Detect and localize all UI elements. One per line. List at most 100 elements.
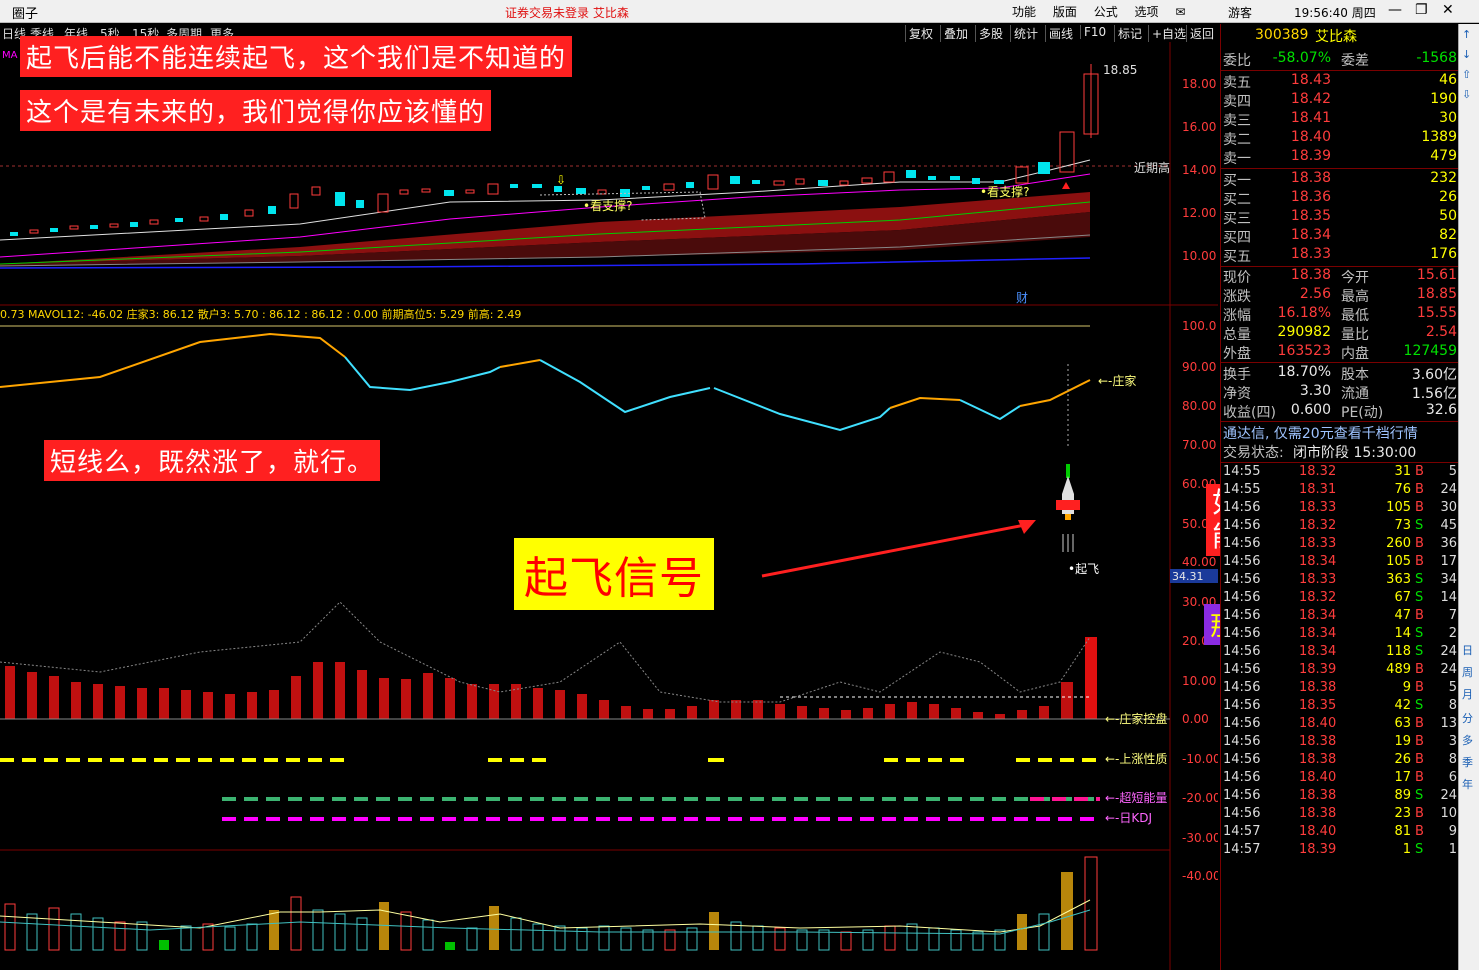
scroll-up-icon[interactable]: ↑ — [1462, 28, 1471, 41]
ask-row-3[interactable]: 卖三 18.41 30 — [1221, 110, 1459, 129]
menu-options[interactable]: 选项 — [1135, 5, 1159, 19]
period-season-btn[interactable]: 季 — [1462, 754, 1473, 770]
annotation-2: 这个是有未来的，我们觉得你应该懂的 — [20, 90, 492, 131]
tick-row: 14:56 18.39 489 B 24 — [1221, 662, 1459, 680]
tick-time: 14:56 — [1223, 680, 1261, 695]
candle — [532, 184, 542, 188]
tick-time: 14:56 — [1223, 590, 1261, 605]
tick-volume: 9 — [1402, 680, 1411, 695]
guest-label[interactable]: 游客 — [1228, 4, 1252, 21]
period-week-btn[interactable]: 周 — [1462, 664, 1473, 680]
zhuangjia-label: ←-庄家 — [1098, 373, 1136, 388]
svg-text:100.0: 100.0 — [1182, 319, 1216, 333]
tick-count: 24 — [1440, 788, 1457, 803]
ask-row-4[interactable]: 卖四 18.42 190 — [1221, 91, 1459, 110]
candle — [10, 232, 18, 236]
scroll-down-icon[interactable]: ↓ — [1462, 48, 1471, 61]
candle — [576, 188, 586, 194]
tick-volume: 81 — [1394, 824, 1411, 839]
zhuangjia-line-orange-2 — [499, 359, 541, 368]
tick-side: B — [1415, 824, 1424, 839]
btn-overlay[interactable]: 叠加 — [940, 25, 971, 42]
tick-row: 14:56 18.38 89 S 24 — [1221, 788, 1459, 806]
candle — [335, 192, 345, 206]
bid-row-1[interactable]: 买一 18.38 232 — [1221, 170, 1459, 189]
ask-row-2[interactable]: 卖二 18.40 1389 — [1221, 129, 1459, 148]
btn-stats[interactable]: 统计 — [1010, 25, 1041, 42]
svg-text:14.00: 14.00 — [1182, 163, 1216, 177]
tick-count: 8 — [1448, 752, 1457, 767]
period-month-btn[interactable]: 月 — [1462, 686, 1473, 702]
volume-ma-line-2 — [0, 909, 1091, 935]
tick-price: 18.40 — [1299, 716, 1337, 731]
btn-fuquan[interactable]: 复权 — [905, 25, 936, 42]
tick-price: 18.39 — [1299, 662, 1337, 677]
ask-row-5[interactable]: 卖五 18.43 46 — [1221, 72, 1459, 91]
tick-volume: 363 — [1386, 572, 1411, 587]
tick-count: 10 — [1440, 806, 1457, 821]
ask-row-1[interactable]: 卖一 18.39 479 — [1221, 148, 1459, 167]
bid-row-2[interactable]: 买二 18.36 26 — [1221, 189, 1459, 208]
volume-bars — [5, 637, 1097, 719]
bid-row-3[interactable]: 买三 18.35 50 — [1221, 208, 1459, 227]
maximize-icon[interactable]: ❐ — [1415, 2, 1428, 18]
promo-link[interactable]: 通达信, 仅需20元查看千档行情 — [1221, 423, 1459, 442]
mail-icon[interactable]: ✉ — [1175, 5, 1185, 19]
menu-layout[interactable]: 版面 — [1053, 5, 1077, 19]
zhuangjia-line-cyan-4 — [959, 399, 1021, 421]
stat-row-volume: 总量 290982 量比 2.54 — [1223, 324, 1457, 343]
page-down-icon[interactable]: ⇩ — [1462, 88, 1471, 101]
period-year-btn[interactable]: 年 — [1462, 776, 1473, 792]
menu-function[interactable]: 功能 — [1012, 5, 1036, 19]
candle — [444, 190, 454, 196]
btn-multi[interactable]: 多股 — [975, 25, 1006, 42]
tick-price: 18.32 — [1299, 590, 1337, 605]
btn-mark[interactable]: 标记 — [1114, 25, 1145, 42]
signal-arrow — [761, 522, 1031, 578]
btn-add-favorite[interactable]: +自选 — [1148, 25, 1189, 42]
indicator-legend: 0.73 MAVOL12: -46.02 庄家3: 86.12 散户3: 5.7… — [0, 307, 521, 321]
btn-draw[interactable]: 画线 — [1045, 25, 1076, 42]
menu-formula[interactable]: 公式 — [1094, 5, 1118, 19]
tick-time: 14:56 — [1223, 644, 1261, 659]
candle — [642, 186, 650, 190]
tick-count: 7 — [1448, 608, 1457, 623]
btn-f10[interactable]: F10 — [1080, 25, 1109, 39]
candle — [861, 177, 873, 184]
candle — [69, 225, 79, 230]
period-multi-btn[interactable]: 多 — [1462, 732, 1473, 748]
tick-side: S — [1415, 590, 1424, 605]
btn-back[interactable]: 返回 — [1186, 25, 1217, 42]
tick-time: 14:56 — [1223, 752, 1261, 767]
tick-row: 14:56 18.38 26 B 8 — [1221, 752, 1459, 770]
annotation-5: 如果要考虑后市 能不能大涨？ — [1206, 484, 1422, 556]
svg-text:10.00: 10.00 — [1182, 674, 1216, 688]
candle — [818, 180, 828, 186]
period-minute-btn[interactable]: 分 — [1462, 710, 1473, 726]
tick-volume: 67 — [1394, 590, 1411, 605]
tick-row: 14:56 18.38 9 B 5 — [1221, 680, 1459, 698]
annotation-3: 短线么，既然涨了，就行。 — [44, 440, 381, 481]
tick-time: 14:56 — [1223, 806, 1261, 821]
high-label: 18.85 — [1103, 63, 1137, 77]
stock-name: 艾比森 — [1315, 29, 1357, 45]
tick-row: 14:55 18.32 31 B 5 — [1221, 464, 1459, 482]
kdj-label: ←-日KDJ — [1105, 811, 1152, 825]
svg-text:80.00: 80.00 — [1182, 399, 1216, 413]
support-label-2: •看支撑? — [980, 184, 1029, 199]
tick-volume: 31 — [1394, 464, 1411, 479]
page-up-icon[interactable]: ⇧ — [1462, 68, 1471, 81]
candle — [1038, 162, 1050, 174]
tick-side: B — [1415, 716, 1424, 731]
bid-row-5[interactable]: 买五 18.33 176 — [1221, 246, 1459, 265]
clock: 19:56:40 周四 — [1294, 6, 1376, 20]
fin-marker: 财 — [1016, 291, 1028, 305]
bid-row-4[interactable]: 买四 18.34 82 — [1221, 227, 1459, 246]
candle — [972, 178, 980, 184]
close-icon[interactable]: ✕ — [1442, 2, 1454, 18]
tick-volume: 42 — [1394, 698, 1411, 713]
stock-chart[interactable]: 18.85 近期高 •看支撑? •看支撑? 财 MA ⇩ 18.00 16.00… — [0, 42, 1218, 970]
period-day-btn[interactable]: 日 — [1462, 642, 1473, 658]
minimize-icon[interactable]: — — [1388, 2, 1402, 18]
volume-ma-line — [0, 899, 1091, 933]
